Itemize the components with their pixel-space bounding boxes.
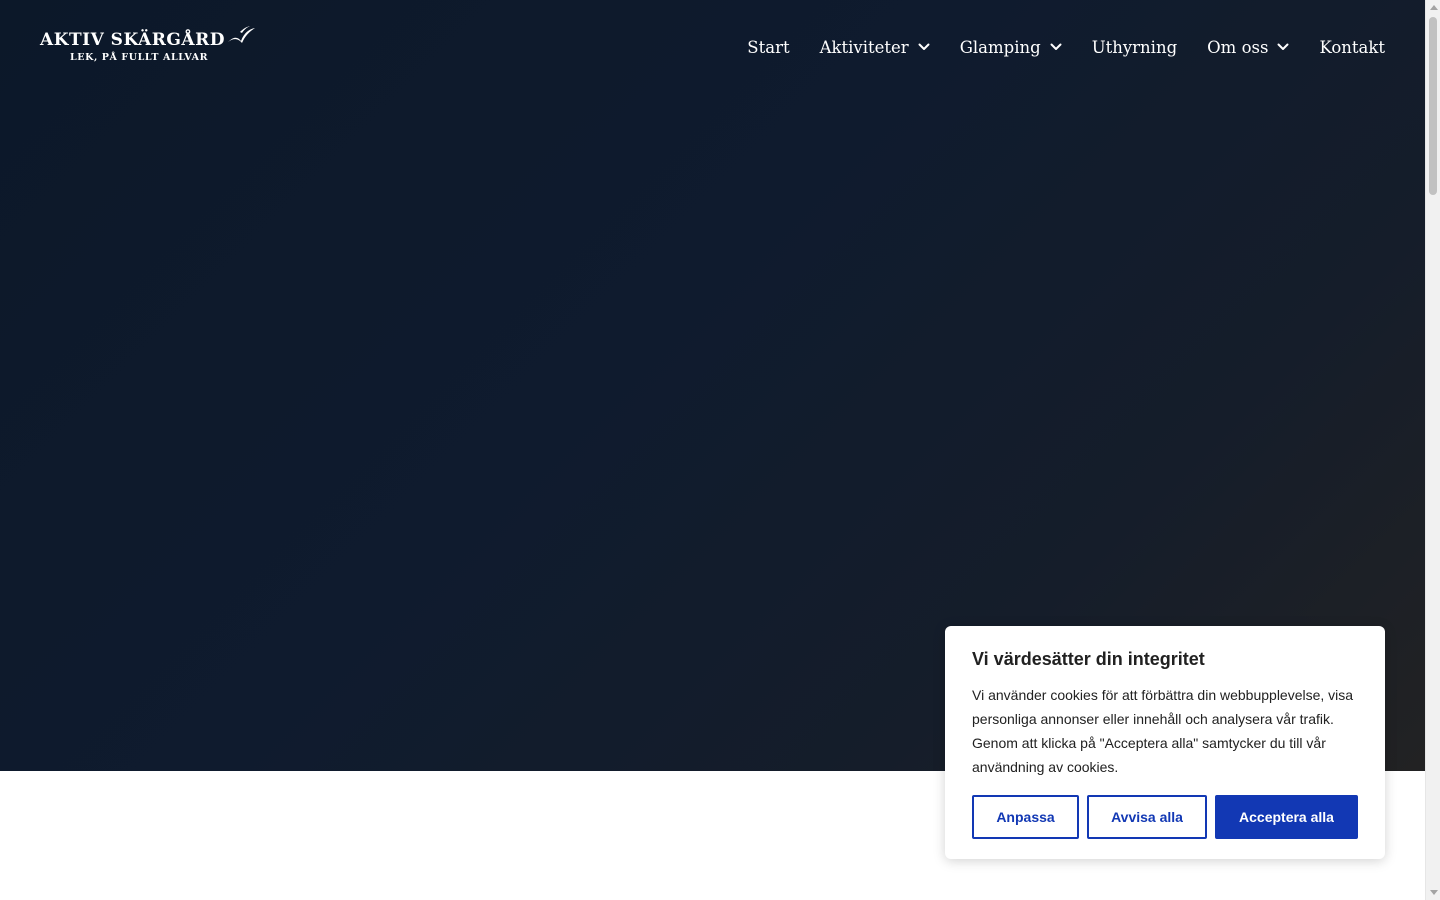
nav-label: Om oss	[1207, 37, 1269, 57]
site-header: AKTIV SKÄRGÅRD LEK, PÅ FULLT ALLVAR Star…	[0, 0, 1425, 94]
customize-button[interactable]: Anpassa	[972, 795, 1079, 839]
scroll-up-arrow-icon[interactable]	[1426, 0, 1440, 15]
cookie-consent-banner: Vi värdesätter din integritet Vi använde…	[945, 626, 1385, 859]
chevron-down-icon	[1277, 43, 1289, 50]
accept-all-button[interactable]: Acceptera alla	[1215, 795, 1358, 839]
logo-tagline: LEK, PÅ FULLT ALLVAR	[70, 52, 209, 63]
page: AKTIV SKÄRGÅRD LEK, PÅ FULLT ALLVAR Star…	[0, 0, 1425, 900]
nav-item-glamping[interactable]: Glamping	[960, 38, 1062, 57]
cookie-text: Vi använder cookies för att förbättra di…	[972, 687, 1354, 775]
site-logo[interactable]: AKTIV SKÄRGÅRD LEK, PÅ FULLT ALLVAR	[40, 22, 256, 66]
scroll-down-arrow-icon[interactable]	[1426, 885, 1440, 900]
reject-all-button[interactable]: Avvisa alla	[1087, 795, 1207, 839]
chevron-down-icon	[1050, 43, 1062, 50]
logo-text: AKTIV SKÄRGÅRD	[40, 30, 225, 50]
nav-item-om-oss[interactable]: Om oss	[1207, 38, 1289, 57]
scrollbar-thumb[interactable]	[1429, 17, 1437, 195]
nav-label: Start	[747, 37, 790, 57]
scrollbar[interactable]	[1425, 0, 1440, 900]
seagull-icon	[228, 26, 255, 43]
chevron-down-icon	[918, 43, 930, 50]
main-nav: Start Aktiviteter Glamping Uthyrning Om …	[747, 34, 1385, 60]
cookie-buttons: Anpassa Avvisa alla Acceptera alla	[972, 795, 1358, 839]
nav-item-kontakt[interactable]: Kontakt	[1319, 38, 1385, 57]
nav-item-aktiviteter[interactable]: Aktiviteter	[820, 38, 930, 57]
nav-item-start[interactable]: Start	[747, 38, 789, 57]
nav-item-uthyrning[interactable]: Uthyrning	[1092, 38, 1177, 57]
nav-label: Glamping	[959, 37, 1041, 57]
cookie-title: Vi värdesätter din integritet	[972, 649, 1205, 669]
nav-label: Aktiviteter	[819, 37, 909, 57]
nav-label: Kontakt	[1319, 37, 1385, 57]
nav-label: Uthyrning	[1091, 37, 1178, 57]
